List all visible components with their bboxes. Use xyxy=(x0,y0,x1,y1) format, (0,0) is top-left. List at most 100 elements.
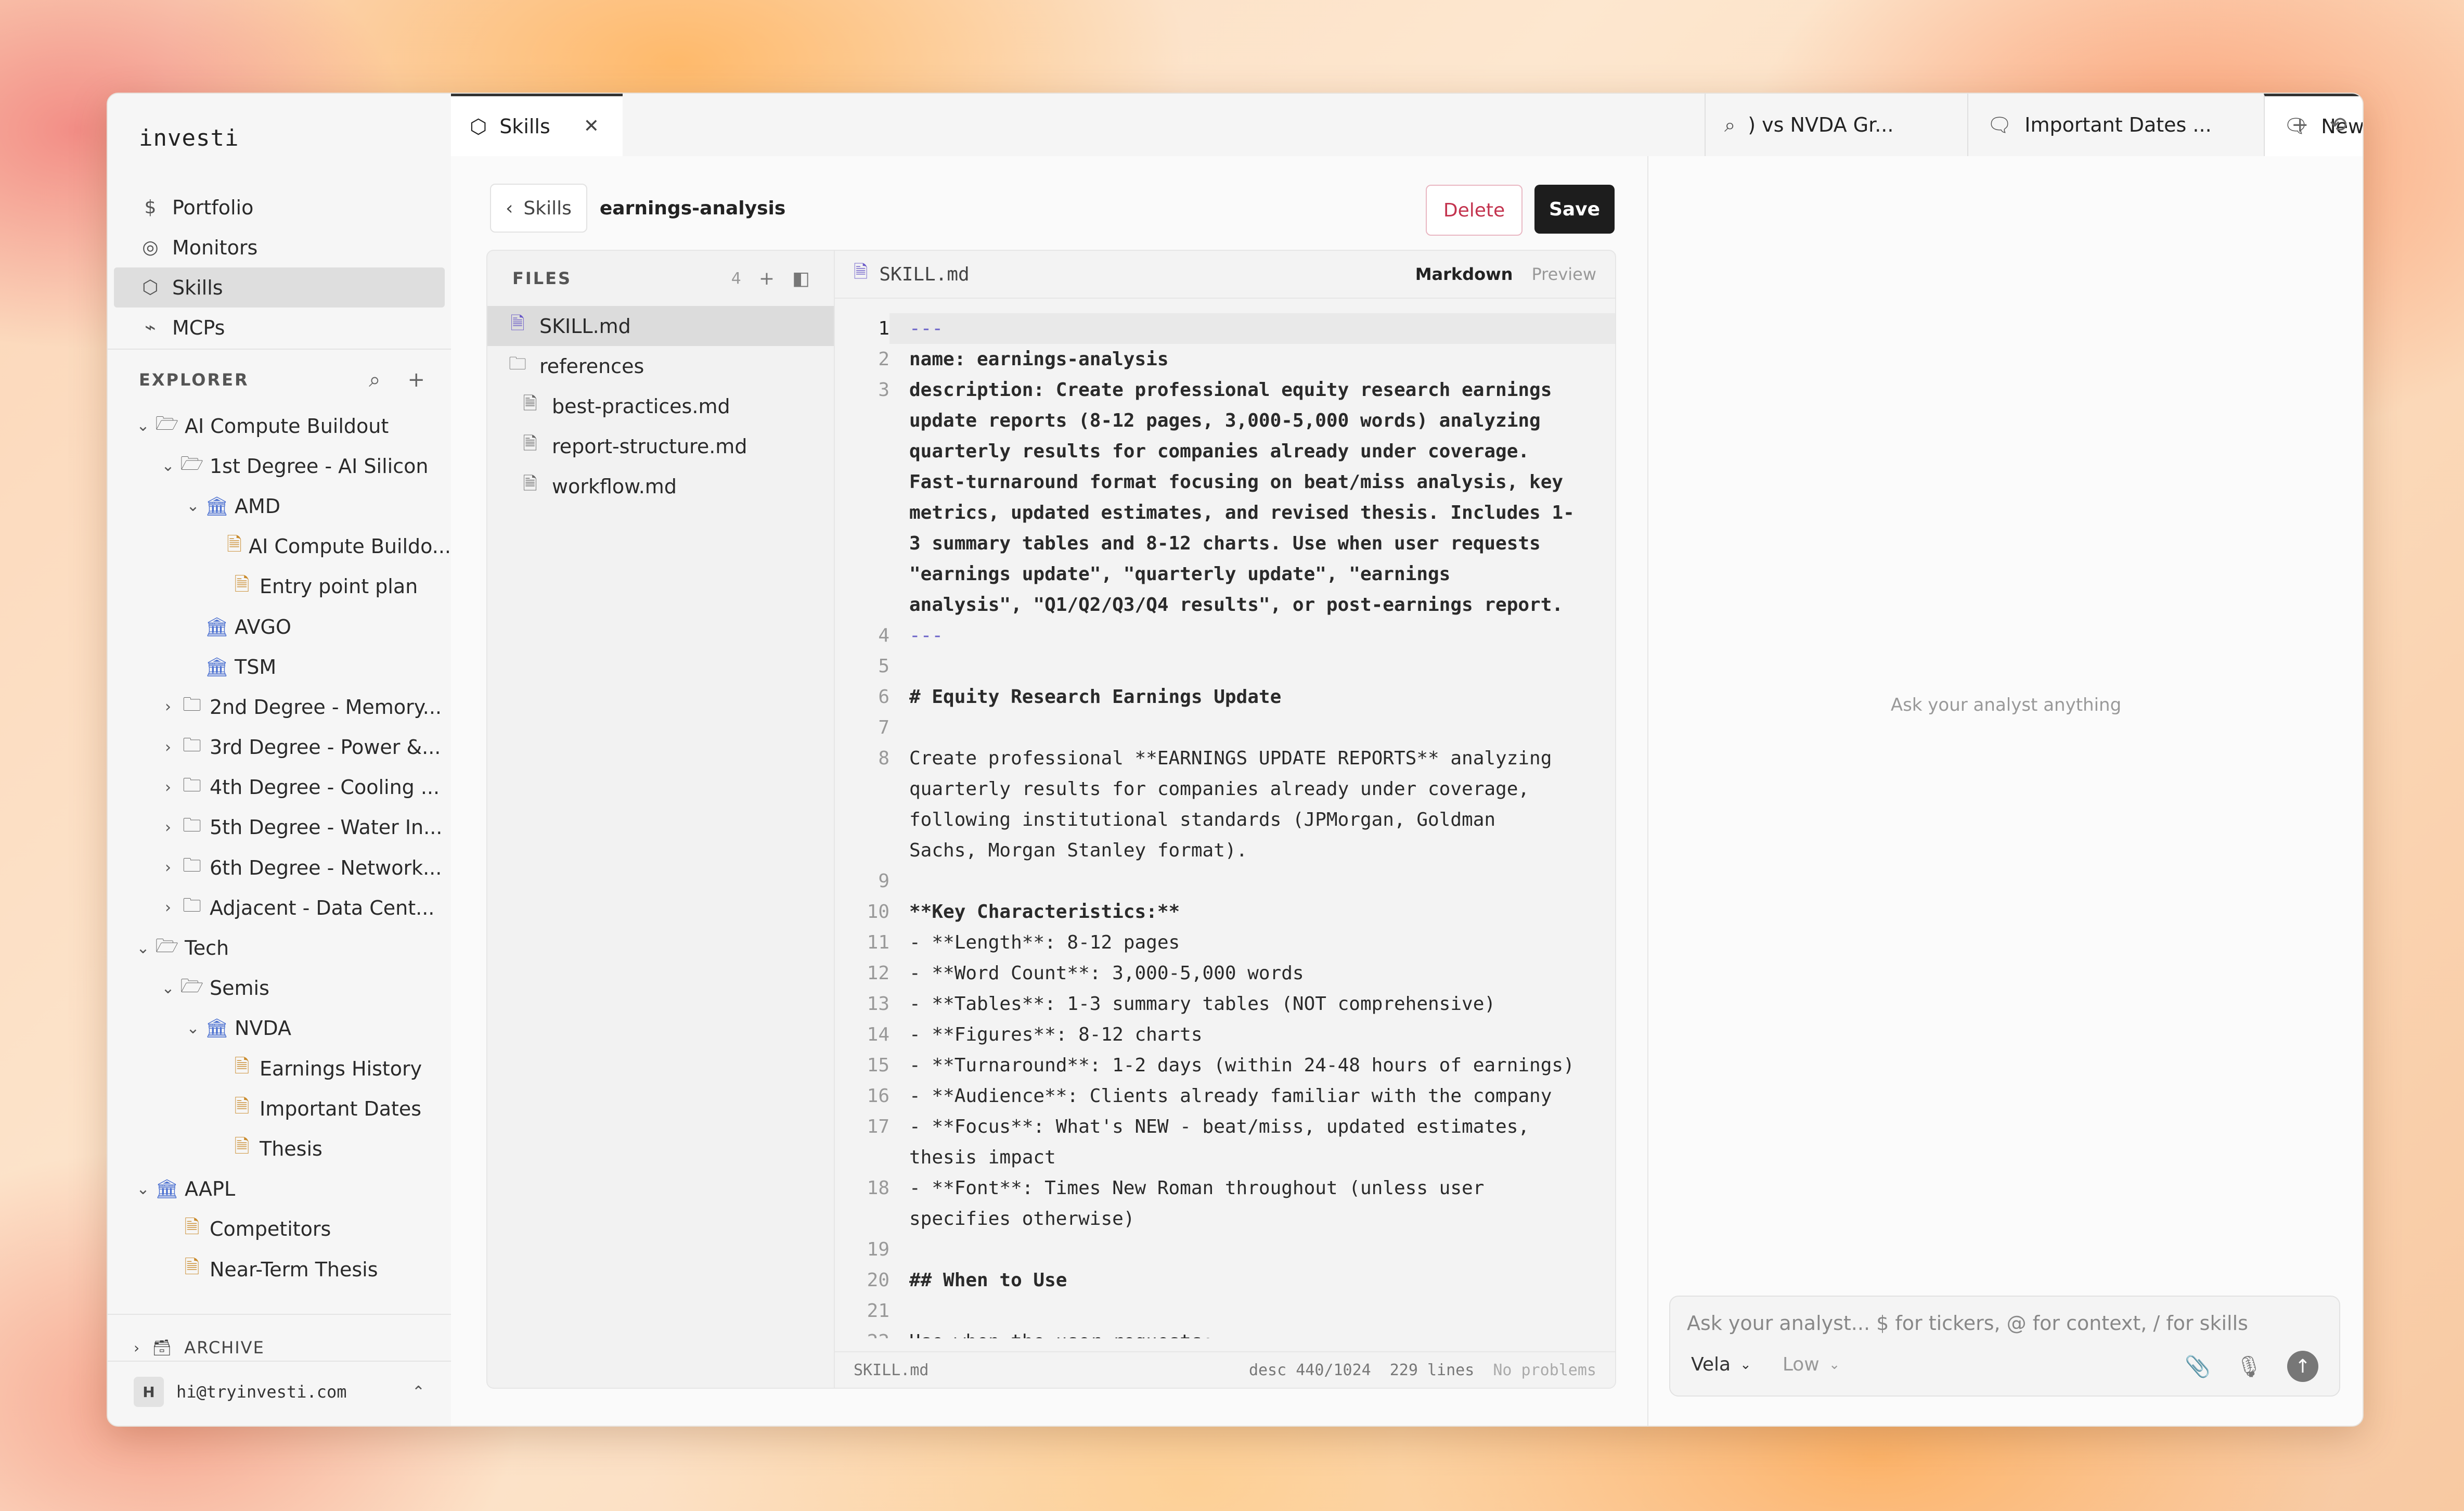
chevron-left-icon: ‹ xyxy=(506,197,513,219)
tree-item[interactable]: › 🗀 3rd Degree - Power &... xyxy=(108,727,451,767)
model-select[interactable]: Vela ⌄ xyxy=(1691,1354,1751,1375)
chevron-right-icon[interactable]: › xyxy=(159,859,177,877)
chevron-right-icon[interactable]: › xyxy=(159,738,177,757)
tree-item[interactable]: 🗎 AI Compute Buildo... xyxy=(108,527,451,567)
tree-item[interactable]: ⌄ 🗁 Semis xyxy=(108,968,451,1008)
tree-item[interactable]: ⌄ 🗁 AI Compute Buildout xyxy=(108,406,451,446)
nav-item-mcps[interactable]: ⌁ MCPs xyxy=(114,308,445,348)
tab-markdown[interactable]: Markdown xyxy=(1415,264,1513,284)
tree-item[interactable]: ⌄ 🗁 1st Degree - AI Silicon xyxy=(108,446,451,486)
tree-item[interactable]: ⌄ 🏛 AMD xyxy=(108,486,451,526)
add-icon[interactable]: + xyxy=(407,368,425,392)
file-item[interactable]: 🗎 SKILL.md xyxy=(487,306,835,346)
tree-item[interactable]: 🗎 Competitors xyxy=(108,1209,451,1249)
file-item-label: references xyxy=(539,354,644,378)
tree-item[interactable]: › 🗀 4th Degree - Cooling ... xyxy=(108,767,451,808)
chat-input[interactable] xyxy=(1686,1308,2312,1338)
tree-item[interactable]: ⌄ 🏛 AAPL xyxy=(108,1169,451,1209)
tree-item-label: 6th Degree - Network... xyxy=(210,856,442,879)
add-file-icon[interactable]: + xyxy=(759,268,775,289)
chat-panel: Ask your analyst anything Vela ⌄ Low ⌄ 📎… xyxy=(1647,156,2363,1426)
archive-section[interactable]: › 🗃 ARCHIVE xyxy=(134,1332,265,1363)
line-number xyxy=(835,774,889,804)
line-text: - **Length**: 8-12 pages xyxy=(909,932,1180,953)
line-number xyxy=(835,559,889,590)
tab-preview[interactable]: Preview xyxy=(1531,264,1596,284)
microphone-icon[interactable]: 🎙 xyxy=(2236,1354,2262,1379)
hexagon-icon: ⬡ xyxy=(470,114,487,138)
file-item[interactable]: 🗎 report-structure.md xyxy=(487,426,835,466)
line-text: Create professional **EARNINGS UPDATE RE… xyxy=(909,748,1552,769)
tree-item[interactable]: › 🗀 2nd Degree - Memory... xyxy=(108,687,451,727)
line-number: 20 xyxy=(867,1270,889,1291)
chevron-right-icon[interactable]: › xyxy=(159,698,177,716)
file-icon: 🗎 xyxy=(523,433,537,454)
tab-skills[interactable]: ⬡ Skills ✕ xyxy=(451,94,623,156)
tree-item[interactable]: 🗎 Important Dates xyxy=(108,1089,451,1129)
chevron-down-icon[interactable]: ⌄ xyxy=(134,1180,152,1198)
send-button[interactable]: ↑ xyxy=(2287,1351,2318,1382)
line-number: 2 xyxy=(878,349,889,370)
tree-item[interactable]: 🗎 Earnings History xyxy=(108,1048,451,1089)
search-icon[interactable]: ⌕ xyxy=(369,368,380,392)
chevron-down-icon[interactable]: ⌄ xyxy=(159,457,177,475)
tab-tools: + ⟲ xyxy=(2291,94,2347,156)
tab-important-dates[interactable]: 🗨 Important Dates ... xyxy=(1967,94,2264,156)
nav-item-portfolio[interactable]: $ Portfolio xyxy=(114,187,445,227)
code-line: 1 --- xyxy=(835,313,1615,344)
line-text: quarterly results for companies already … xyxy=(909,441,1530,462)
chevron-right-icon[interactable]: › xyxy=(159,778,177,797)
effort-label: Low xyxy=(1782,1354,1820,1375)
file-item[interactable]: 🗎 workflow.md xyxy=(487,466,835,506)
nav-item-label: Skills xyxy=(172,276,223,299)
folder-icon: 🗀 xyxy=(509,353,526,374)
back-label: Skills xyxy=(523,197,572,219)
close-icon[interactable]: ✕ xyxy=(584,116,599,137)
user-menu[interactable]: H hi@tryinvesti.com ⌃ xyxy=(134,1374,435,1410)
history-icon[interactable]: ⟲ xyxy=(2329,113,2347,137)
tab-search[interactable]: ⌕ ) vs NVDA Gr... xyxy=(1705,94,1967,156)
tree-item[interactable]: ⌄ 🗁 Tech xyxy=(108,928,451,968)
chevron-down-icon[interactable]: ⌄ xyxy=(159,979,177,997)
tree-item[interactable]: › 🗀 5th Degree - Water In... xyxy=(108,808,451,848)
file-item-label: best-practices.md xyxy=(552,394,730,418)
line-text xyxy=(889,651,1615,682)
tree-item[interactable]: 🗎 Entry point plan xyxy=(108,567,451,607)
chevron-down-icon[interactable]: ⌄ xyxy=(134,939,152,957)
chevron-right-icon[interactable]: › xyxy=(159,899,177,917)
sidebar: investi $ Portfolio ◎ Monitors ⬡ Skills ⌁ MCPs … xyxy=(108,94,452,1426)
tree-item[interactable]: › 🗀 Adjacent - Data Cent... xyxy=(108,888,451,928)
line-number: 21 xyxy=(867,1300,889,1322)
tree-item-label: Entry point plan xyxy=(260,575,418,598)
tree-item[interactable]: 🏛 AVGO xyxy=(108,607,451,647)
code-line: Sachs, Morgan Stanley format). xyxy=(835,835,1615,866)
attach-icon[interactable]: 📎 xyxy=(2185,1354,2211,1379)
code-body[interactable]: 1 --- 2 name: earnings-analysis 3 description… xyxy=(835,313,1615,1338)
code-line: 19 xyxy=(835,1234,1615,1265)
chat-composer: Vela ⌄ Low ⌄ 📎 🎙 ↑ xyxy=(1669,1296,2340,1397)
tree-item[interactable]: ⌄ 🏛 NVDA xyxy=(108,1008,451,1048)
nav-item-monitors[interactable]: ◎ Monitors xyxy=(114,227,445,267)
file-item[interactable]: 🗀 references xyxy=(487,346,835,386)
chevron-down-icon[interactable]: ⌄ xyxy=(184,497,202,515)
tree-item[interactable]: › 🗀 6th Degree - Network... xyxy=(108,848,451,888)
ticker-icon: 🏛 xyxy=(155,1179,179,1200)
archive-label: ARCHIVE xyxy=(184,1338,265,1358)
chevron-right-icon[interactable]: › xyxy=(159,818,177,837)
effort-select[interactable]: Low ⌄ xyxy=(1783,1354,1840,1375)
chevron-down-icon[interactable]: ⌄ xyxy=(134,417,152,435)
tree-item-label: Near-Term Thesis xyxy=(210,1258,378,1281)
save-button[interactable]: Save xyxy=(1534,185,1615,234)
collapse-panel-icon[interactable]: ◧ xyxy=(792,268,810,289)
folder-open-icon: 🗁 xyxy=(180,453,204,475)
delete-button[interactable]: Delete xyxy=(1426,185,1523,236)
tree-item[interactable]: 🏛 TSM xyxy=(108,647,451,687)
new-tab-icon[interactable]: + xyxy=(2291,113,2309,137)
tree-item[interactable]: 🗎 Thesis xyxy=(108,1129,451,1169)
file-icon: 🗎 xyxy=(854,261,868,283)
chevron-down-icon[interactable]: ⌄ xyxy=(184,1019,202,1038)
nav-item-skills[interactable]: ⬡ Skills xyxy=(114,267,445,308)
tree-item[interactable]: 🗎 Near-Term Thesis xyxy=(108,1249,451,1289)
file-item[interactable]: 🗎 best-practices.md xyxy=(487,386,835,426)
back-to-skills-button[interactable]: ‹ Skills xyxy=(490,184,587,233)
